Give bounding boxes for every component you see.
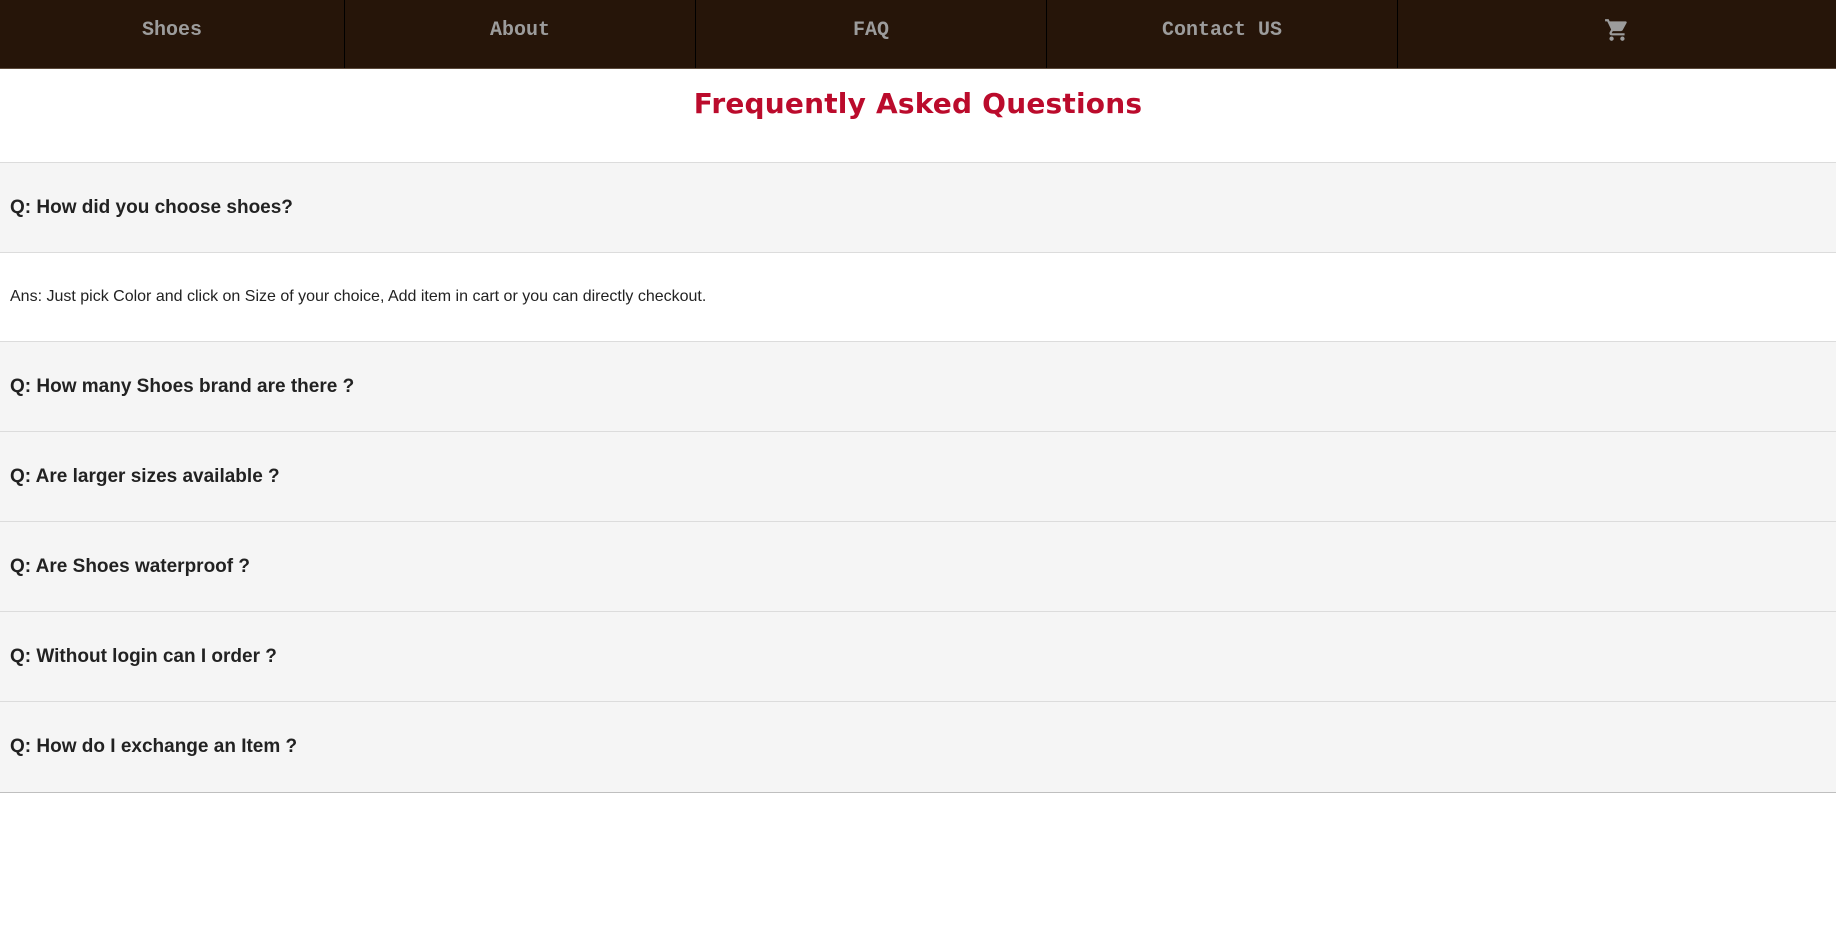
faq-question[interactable]: Q: How do I exchange an Item ? (0, 702, 1836, 792)
faq-question[interactable]: Q: Without login can I order ? (0, 612, 1836, 702)
top-navbar: Shoes About FAQ Contact US (0, 0, 1836, 69)
faq-answer: Ans: Just pick Color and click on Size o… (0, 253, 1836, 342)
faq-question[interactable]: Q: How many Shoes brand are there ? (0, 342, 1836, 432)
faq-question[interactable]: Q: How did you choose shoes? (0, 163, 1836, 253)
faq-question[interactable]: Q: Are larger sizes available ? (0, 432, 1836, 522)
shopping-cart-icon (1605, 19, 1627, 41)
nav-item-contact-us[interactable]: Contact US (1047, 0, 1398, 68)
faq-question[interactable]: Q: Are Shoes waterproof ? (0, 522, 1836, 612)
page-title: Frequently Asked Questions (693, 87, 1143, 120)
nav-item-shoes[interactable]: Shoes (0, 0, 345, 68)
nav-item-faq[interactable]: FAQ (696, 0, 1047, 68)
faq-list: Q: How did you choose shoes? Ans: Just p… (0, 163, 1836, 793)
nav-item-about[interactable]: About (345, 0, 696, 68)
page-title-section: Frequently Asked Questions (0, 69, 1836, 163)
nav-item-cart[interactable] (1398, 0, 1836, 68)
